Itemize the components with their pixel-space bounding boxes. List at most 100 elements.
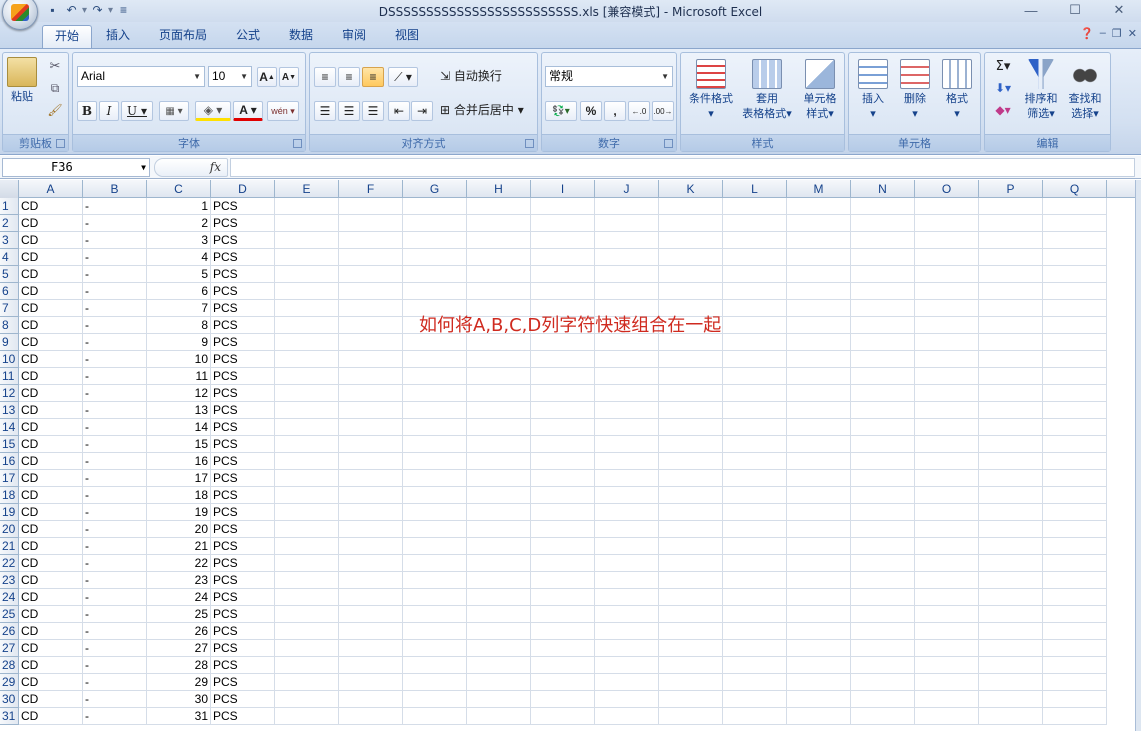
dialog-launcher-icon[interactable] — [56, 139, 65, 148]
cell[interactable] — [1043, 504, 1107, 521]
cell[interactable] — [339, 504, 403, 521]
grow-font-icon[interactable]: A ▲ — [257, 67, 277, 87]
cell[interactable] — [531, 470, 595, 487]
cell[interactable] — [979, 521, 1043, 538]
cell[interactable] — [1043, 691, 1107, 708]
cell[interactable] — [531, 453, 595, 470]
row-header[interactable]: 18 — [0, 487, 19, 504]
cell[interactable] — [915, 623, 979, 640]
cell[interactable] — [915, 453, 979, 470]
row-header[interactable]: 26 — [0, 623, 19, 640]
cell[interactable] — [1043, 623, 1107, 640]
cell[interactable] — [275, 402, 339, 419]
cell[interactable] — [1043, 436, 1107, 453]
cell[interactable]: 18 — [147, 487, 211, 504]
cell[interactable] — [531, 249, 595, 266]
cell[interactable] — [851, 215, 915, 232]
cell[interactable] — [979, 215, 1043, 232]
cell[interactable] — [659, 249, 723, 266]
cell[interactable] — [851, 402, 915, 419]
cell[interactable] — [467, 674, 531, 691]
delete-cells-button[interactable]: 删除 ▾ — [895, 59, 935, 121]
cell[interactable] — [339, 198, 403, 215]
cell[interactable] — [339, 215, 403, 232]
format-painter-icon[interactable]: 🖌 — [45, 103, 65, 118]
cell[interactable]: 19 — [147, 504, 211, 521]
bold-icon[interactable]: B — [77, 101, 97, 121]
cell[interactable] — [851, 470, 915, 487]
cell[interactable]: CD — [19, 385, 83, 402]
row-header[interactable]: 23 — [0, 572, 19, 589]
cell[interactable] — [723, 300, 787, 317]
cell[interactable]: PCS — [211, 640, 275, 657]
cell[interactable]: 5 — [147, 266, 211, 283]
cell[interactable] — [339, 402, 403, 419]
row-header[interactable]: 2 — [0, 215, 19, 232]
cell[interactable]: - — [83, 198, 147, 215]
cell[interactable] — [915, 419, 979, 436]
cell[interactable]: 28 — [147, 657, 211, 674]
cell[interactable]: 4 — [147, 249, 211, 266]
cell[interactable]: 2 — [147, 215, 211, 232]
cell[interactable] — [403, 198, 467, 215]
cell[interactable] — [979, 283, 1043, 300]
cell[interactable]: - — [83, 317, 147, 334]
cell[interactable] — [1043, 572, 1107, 589]
cell[interactable] — [851, 368, 915, 385]
cell[interactable] — [595, 351, 659, 368]
cell[interactable] — [1043, 215, 1107, 232]
row-header[interactable]: 5 — [0, 266, 19, 283]
cell[interactable] — [467, 691, 531, 708]
cell[interactable] — [275, 589, 339, 606]
cell[interactable]: 3 — [147, 232, 211, 249]
cell[interactable] — [851, 436, 915, 453]
cell[interactable] — [659, 521, 723, 538]
cell[interactable] — [659, 470, 723, 487]
orientation-icon[interactable]: ⟋ ▾ — [388, 67, 418, 87]
cell[interactable] — [659, 215, 723, 232]
cell[interactable]: CD — [19, 487, 83, 504]
cell[interactable] — [1043, 266, 1107, 283]
fill-color-icon[interactable]: ◈ ▾ — [195, 101, 231, 121]
cell[interactable] — [403, 266, 467, 283]
cell[interactable] — [979, 606, 1043, 623]
row-header[interactable]: 1 — [0, 198, 19, 215]
cell[interactable] — [595, 589, 659, 606]
cell[interactable] — [595, 691, 659, 708]
cell[interactable] — [659, 487, 723, 504]
cell[interactable]: 12 — [147, 385, 211, 402]
cell[interactable] — [403, 419, 467, 436]
cell[interactable] — [851, 249, 915, 266]
cell[interactable] — [723, 555, 787, 572]
cell[interactable] — [787, 351, 851, 368]
cell[interactable] — [531, 691, 595, 708]
cell[interactable] — [1043, 589, 1107, 606]
row-header[interactable]: 13 — [0, 402, 19, 419]
cell[interactable] — [531, 708, 595, 725]
cell[interactable] — [723, 198, 787, 215]
cell[interactable]: 6 — [147, 283, 211, 300]
cell[interactable] — [723, 232, 787, 249]
cell[interactable] — [467, 572, 531, 589]
cell[interactable] — [403, 589, 467, 606]
formula-input[interactable] — [230, 158, 1135, 177]
cell[interactable] — [467, 436, 531, 453]
cell[interactable] — [1043, 453, 1107, 470]
cell[interactable]: - — [83, 385, 147, 402]
tab-formulas[interactable]: 公式 — [224, 25, 272, 48]
cell[interactable] — [1043, 368, 1107, 385]
cell[interactable]: CD — [19, 555, 83, 572]
cell[interactable]: PCS — [211, 623, 275, 640]
cell[interactable]: 16 — [147, 453, 211, 470]
cell[interactable] — [275, 708, 339, 725]
cell[interactable] — [915, 674, 979, 691]
cell[interactable] — [723, 351, 787, 368]
cell[interactable] — [595, 470, 659, 487]
cell[interactable] — [531, 589, 595, 606]
cell[interactable]: - — [83, 657, 147, 674]
cell[interactable] — [851, 453, 915, 470]
cell[interactable] — [275, 419, 339, 436]
cell[interactable] — [723, 317, 787, 334]
cell[interactable]: 31 — [147, 708, 211, 725]
row-header[interactable]: 20 — [0, 521, 19, 538]
